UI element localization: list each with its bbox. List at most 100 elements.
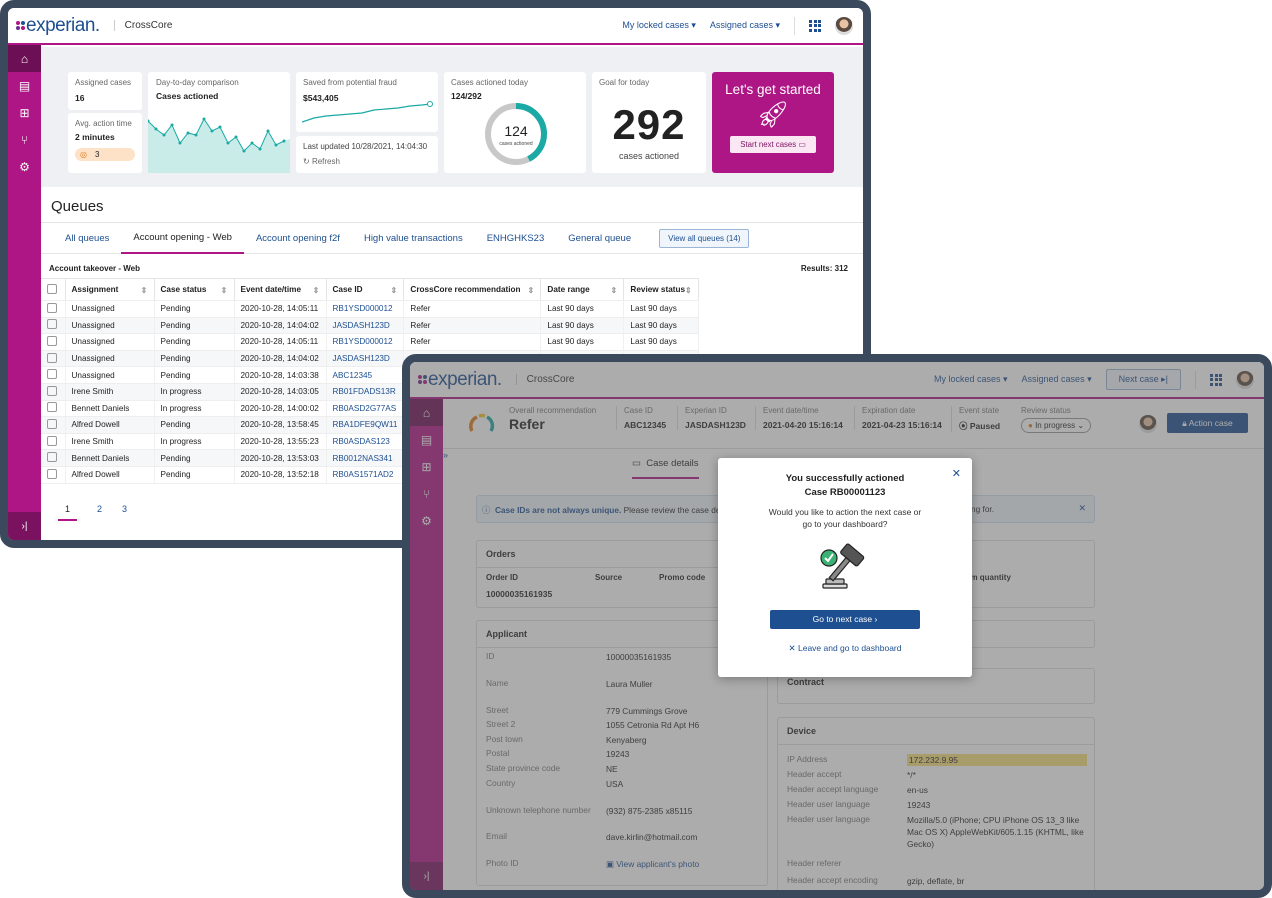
- overall-recommendation: Overall recommendation Refer: [509, 406, 597, 432]
- case-id-link[interactable]: JASDASH123D: [326, 350, 405, 368]
- col-case-id[interactable]: Case ID ⇕: [326, 278, 405, 301]
- tab-all-queues[interactable]: All queues: [53, 223, 121, 254]
- workflow-icon[interactable]: ⑂: [410, 480, 443, 507]
- queues-icon[interactable]: ▤: [410, 426, 443, 453]
- info-icon: ⓘ: [482, 505, 491, 515]
- settings-gear-icon[interactable]: ⚙: [8, 153, 41, 180]
- col-case-status[interactable]: Case status ⇕: [154, 278, 235, 301]
- home-icon[interactable]: ⌂: [410, 399, 443, 426]
- lock-icon: 🔒︎: [1182, 418, 1187, 428]
- row-checkbox[interactable]: [41, 366, 66, 384]
- user-avatar[interactable]: [1236, 370, 1254, 389]
- page-1[interactable]: 1: [58, 504, 78, 521]
- target-icon: ◎: [80, 150, 87, 159]
- assigned-cases-menu[interactable]: Assigned cases ▾: [710, 20, 780, 31]
- tab-account-opening-web[interactable]: Account opening - Web: [121, 223, 244, 254]
- next-case-button[interactable]: Next case ▸|: [1105, 369, 1181, 390]
- assigned-cases-card[interactable]: Assigned cases 16: [68, 72, 142, 110]
- table-cell: Pending: [154, 416, 235, 434]
- col-recommendation[interactable]: CrossCore recommendation ⇕: [403, 278, 542, 301]
- row-checkbox[interactable]: [41, 350, 66, 368]
- table-row[interactable]: Unassigned Pending 2020-10-28, 14:05:11 RB1…: [41, 333, 699, 351]
- dialog-message: Would you like to action the next case o…: [768, 507, 922, 529]
- home-icon[interactable]: ⌂: [8, 45, 41, 72]
- start-next-cases-button[interactable]: Start next cases ▭: [730, 136, 816, 153]
- tab-high-value[interactable]: High value transactions: [352, 223, 475, 254]
- case-id-link[interactable]: RB0012NAS341: [326, 449, 405, 467]
- col-date-range[interactable]: Date range ⇕: [540, 278, 625, 301]
- action-case-button[interactable]: 🔒︎ Action case: [1167, 413, 1248, 433]
- table-row[interactable]: Unassigned Pending 2020-10-28, 14:04:02 JAS…: [41, 317, 699, 335]
- row-checkbox[interactable]: [41, 466, 66, 484]
- row-checkbox[interactable]: [41, 433, 66, 451]
- expand-sidebar-icon[interactable]: ›|: [410, 862, 443, 890]
- case-id-link[interactable]: RB1YSD000012: [326, 333, 405, 351]
- divider: [794, 16, 795, 35]
- row-checkbox[interactable]: [41, 300, 66, 318]
- queues-icon[interactable]: ▤: [8, 72, 41, 99]
- view-all-queues-button[interactable]: View all queues (14): [659, 228, 750, 248]
- table-cell: 2020-10-28, 13:52:18: [234, 466, 327, 484]
- select-all-checkbox[interactable]: [41, 278, 66, 301]
- table-cell: 2020-10-28, 13:58:45: [234, 416, 327, 434]
- leave-to-dashboard-link[interactable]: ✕ Leave and go to dashboard: [718, 643, 972, 654]
- assignee-avatar[interactable]: [1139, 415, 1157, 433]
- case-id-link[interactable]: RBA1DFE9QW11: [326, 416, 405, 434]
- add-case-icon[interactable]: ⊞: [410, 453, 443, 480]
- close-notice-icon[interactable]: ✕: [1078, 503, 1086, 514]
- last-updated-card: Last updated 10/28/2021, 14:04:30 ↻ Refr…: [296, 136, 438, 173]
- experian-logo[interactable]: experian.: [418, 369, 502, 391]
- case-id-link[interactable]: RB1YSD000012: [326, 300, 405, 318]
- my-locked-cases-menu[interactable]: My locked cases ▾: [934, 374, 1008, 385]
- tab-case-details[interactable]: ▭ Case details: [632, 458, 699, 479]
- document-icon: ▭: [632, 458, 641, 469]
- assigned-cases-menu[interactable]: Assigned cases ▾: [1022, 374, 1092, 385]
- collapse-panel-icon[interactable]: »: [443, 450, 453, 460]
- case-id-link[interactable]: RB01FDADS13R: [326, 383, 405, 401]
- my-locked-cases-menu[interactable]: My locked cases ▾: [622, 20, 696, 31]
- col-assignment[interactable]: Assignment ⇕: [65, 278, 155, 301]
- col-event-date[interactable]: Event date/time ⇕: [234, 278, 327, 301]
- apps-grid-icon[interactable]: [809, 19, 821, 32]
- row-checkbox[interactable]: [41, 317, 66, 335]
- user-avatar[interactable]: [835, 16, 853, 35]
- table-cell: 2020-10-28, 13:53:03: [234, 449, 327, 467]
- expand-sidebar-icon[interactable]: ›|: [8, 512, 41, 540]
- tab-enhghks23[interactable]: ENHGHKS23: [475, 223, 557, 254]
- row-checkbox[interactable]: [41, 383, 66, 401]
- table-cell: Last 90 days: [540, 300, 625, 318]
- case-id-link[interactable]: RB0ASD2G77AS: [326, 400, 405, 418]
- goal-label: Goal for today: [599, 78, 650, 87]
- row-checkbox[interactable]: [41, 333, 66, 351]
- close-dialog-icon[interactable]: ✕: [952, 467, 961, 480]
- experian-logo[interactable]: experian.: [16, 15, 100, 37]
- go-to-next-case-button[interactable]: Go to next case ›: [770, 610, 920, 629]
- row-checkbox[interactable]: [41, 449, 66, 467]
- pause-icon: ⦿: [959, 421, 968, 431]
- logo-text: experian.: [428, 368, 502, 390]
- page-3[interactable]: 3: [122, 504, 127, 521]
- case-id-link[interactable]: JASDASH123D: [326, 317, 405, 335]
- add-case-icon[interactable]: ⊞: [8, 99, 41, 126]
- refresh-button[interactable]: ↻ Refresh: [303, 157, 431, 166]
- product-name: CrossCore: [113, 20, 172, 31]
- apps-grid-icon[interactable]: [1210, 373, 1222, 386]
- workflow-icon[interactable]: ⑂: [8, 126, 41, 153]
- donut-value: 124: [504, 123, 528, 139]
- case-id-link[interactable]: RB0AS1571AD2: [326, 466, 405, 484]
- results-count: Results: 312: [800, 264, 848, 273]
- row-checkbox[interactable]: [41, 416, 66, 434]
- review-status-select[interactable]: ● In progress ⌄: [1021, 418, 1092, 433]
- settings-gear-icon[interactable]: ⚙: [410, 507, 443, 534]
- tab-general-queue[interactable]: General queue: [556, 223, 643, 254]
- case-id-link[interactable]: ABC12345: [326, 366, 405, 384]
- col-review-status[interactable]: Review status ⇕: [623, 278, 699, 301]
- case-id-link[interactable]: RB0ASDAS123: [326, 433, 405, 451]
- tab-account-opening-f2f[interactable]: Account opening f2f: [244, 223, 352, 254]
- table-cell: Unassigned: [65, 350, 155, 368]
- page-2[interactable]: 2: [97, 504, 102, 521]
- table-cell: 2020-10-28, 13:55:23: [234, 433, 327, 451]
- table-row[interactable]: Unassigned Pending 2020-10-28, 14:05:11 RB1…: [41, 300, 699, 318]
- row-checkbox[interactable]: [41, 400, 66, 418]
- table-cell: Last 90 days: [540, 317, 625, 335]
